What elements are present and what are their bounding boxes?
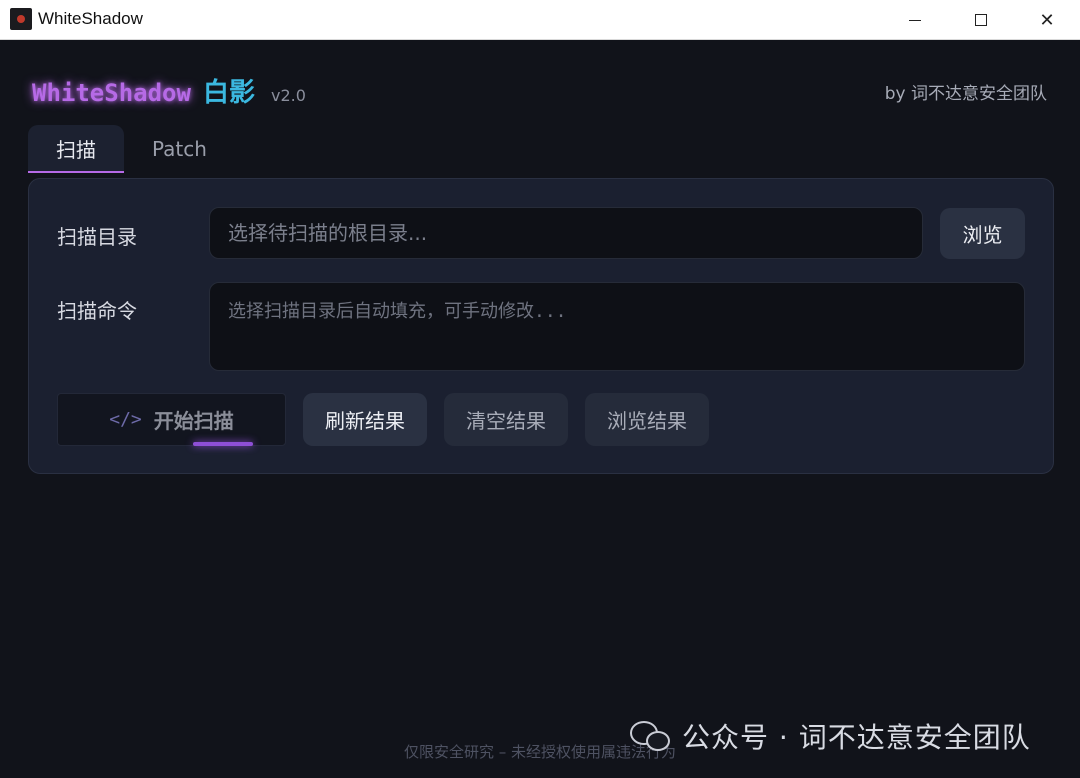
start-scan-button[interactable]: </> 开始扫描 (57, 393, 286, 446)
scan-dir-input[interactable] (209, 207, 923, 259)
app-icon (10, 8, 32, 30)
watermark: 公众号 · 词不达意安全团队 (630, 716, 1031, 756)
scan-dir-label: 扫描目录 (57, 225, 137, 249)
tab-scan[interactable]: 扫描 (28, 125, 124, 173)
clear-results-button[interactable]: 清空结果 (444, 393, 568, 446)
refresh-results-button[interactable]: 刷新结果 (303, 393, 427, 446)
start-scan-label: 开始扫描 (153, 409, 234, 433)
brand-chinese-name: 白影 (202, 78, 255, 108)
brand-name: WhiteShadow (32, 79, 191, 107)
scan-panel: 扫描目录 浏览 扫描命令 </> 开始扫描 刷新结果 清空结果 浏览结果 (28, 178, 1054, 474)
minimize-button[interactable] (882, 0, 948, 40)
window-title: WhiteShadow (38, 9, 143, 28)
maximize-button[interactable] (948, 0, 1014, 40)
window-titlebar: WhiteShadow ✕ (0, 0, 1080, 40)
watermark-text: 公众号 · 词不达意安全团队 (682, 721, 1031, 754)
close-button[interactable]: ✕ (1014, 0, 1080, 40)
tab-patch[interactable]: Patch (124, 125, 235, 173)
browse-button[interactable]: 浏览 (940, 208, 1025, 259)
code-icon: </> (109, 409, 142, 430)
scan-command-label: 扫描命令 (57, 299, 137, 323)
maximize-icon (975, 14, 987, 26)
scan-command-input[interactable] (209, 282, 1025, 371)
tab-bar: 扫描 Patch (28, 125, 235, 173)
close-icon: ✕ (1039, 9, 1055, 31)
version-label: v2.0 (270, 86, 306, 105)
byline: by 词不达意安全团队 (884, 84, 1047, 104)
view-results-button[interactable]: 浏览结果 (585, 393, 709, 446)
brand: WhiteShadow 白影 v2.0 (32, 72, 306, 108)
start-scan-glow (193, 442, 253, 446)
wechat-icon (630, 719, 672, 753)
minimize-icon (909, 19, 921, 21)
